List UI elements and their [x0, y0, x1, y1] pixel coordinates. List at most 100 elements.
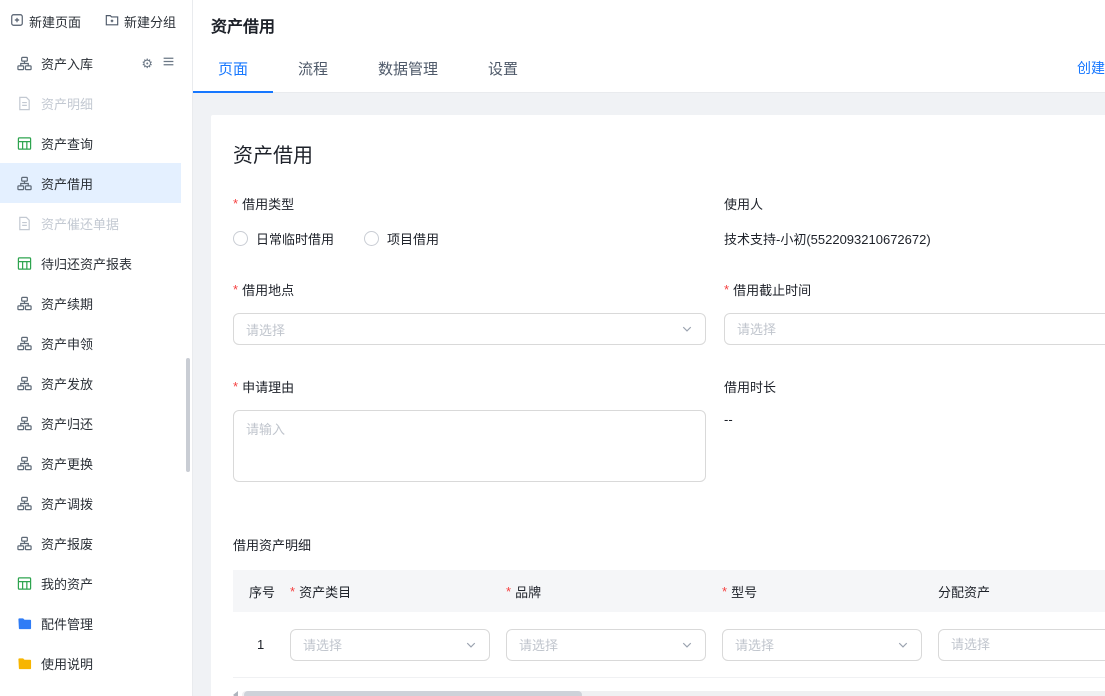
page-title: 资产借用 — [211, 19, 276, 36]
form-card: 资产借用 借用类型 日常临时借用 项目借用 — [211, 115, 1105, 696]
select-placeholder: 请选择 — [735, 638, 775, 653]
radio-icon[interactable] — [364, 231, 380, 246]
select-placeholder: 请选择 — [303, 638, 343, 653]
gear-icon[interactable]: ⚙︎ — [141, 57, 153, 70]
sidebar-item-label: 资产催还单据 — [41, 216, 120, 232]
cell-category: 请选择 — [282, 628, 498, 661]
borrow-type-options: 日常临时借用 项目借用 — [233, 229, 706, 248]
select-placeholder: 请选择 — [246, 322, 286, 338]
sidebar-group-label: 使用说明 — [41, 656, 94, 672]
sidebar-group-usage-instructions[interactable]: 使用说明 — [0, 643, 181, 683]
new-group-label: 新建分组 — [124, 15, 177, 30]
sidebar-item-label: 资产查询 — [41, 136, 94, 152]
radio-label: 项目借用 — [387, 232, 440, 247]
org-chart-icon — [17, 376, 32, 391]
brand-select[interactable]: 请选择 — [506, 628, 706, 661]
field-borrow-location: 借用地点 请选择 — [233, 280, 706, 345]
radio-daily-temporary[interactable]: 日常临时借用 — [233, 229, 334, 248]
column-header-index: 序号 — [249, 584, 276, 600]
sidebar-item-label: 待归还资产报表 — [41, 256, 133, 272]
sidebar-item-asset-issue[interactable]: 资产发放 — [0, 363, 181, 403]
sidebar-item-asset-recall-doc[interactable]: 资产催还单据 — [0, 203, 181, 243]
new-page-icon — [10, 13, 24, 30]
create-link[interactable]: 创建 — [1077, 58, 1105, 78]
category-select[interactable]: 请选择 — [290, 628, 490, 661]
apply-reason-label: 申请理由 — [233, 377, 706, 396]
new-page-button[interactable]: 新建页面 — [10, 12, 81, 31]
radio-icon[interactable] — [233, 231, 248, 246]
assigned-asset-input[interactable] — [938, 628, 1105, 661]
column-header-model: 型号 — [714, 582, 930, 601]
sidebar: 新建页面 新建分组 资产入库 ⚙︎ 资产明细 资产查询 资产借用 资产催还单据 … — [0, 0, 193, 696]
scroll-left-arrow-icon[interactable] — [233, 691, 238, 696]
detail-section-title: 借用资产明细 — [233, 538, 312, 553]
column-header-brand: 品牌 — [498, 582, 714, 601]
new-page-label: 新建页面 — [29, 15, 82, 30]
detail-table: 序号 资产类目 品牌 型号 分配资产 1 请选择 — [233, 570, 1105, 678]
sidebar-item-my-assets[interactable]: 我的资产 — [0, 563, 181, 603]
sidebar-item-label: 资产续期 — [41, 296, 94, 312]
apply-reason-textarea[interactable] — [233, 410, 706, 482]
user-value: 技术支持-小初(5522093210672672) — [724, 232, 931, 247]
sidebar-group-accessory-management[interactable]: 配件管理 — [0, 603, 181, 643]
tab-settings[interactable]: 设置 — [463, 43, 543, 93]
tab-process[interactable]: 流程 — [273, 43, 353, 93]
borrow-location-select[interactable]: 请选择 — [233, 313, 706, 345]
sidebar-item-asset-replace[interactable]: 资产更换 — [0, 443, 181, 483]
column-header-category: 资产类目 — [282, 582, 498, 601]
new-group-icon — [105, 13, 119, 30]
radio-project-borrow[interactable]: 项目借用 — [364, 229, 439, 248]
sidebar-item-asset-transfer[interactable]: 资产调拨 — [0, 483, 181, 523]
app-window: 新建页面 新建分组 资产入库 ⚙︎ 资产明细 资产查询 资产借用 资产催还单据 … — [0, 0, 1105, 696]
sidebar-item-asset-return[interactable]: 资产归还 — [0, 403, 181, 443]
scrollbar-track[interactable] — [242, 691, 1105, 696]
borrow-type-label: 借用类型 — [233, 194, 706, 213]
cell-model: 请选择 — [714, 628, 930, 661]
table-icon — [17, 256, 32, 271]
field-borrow-type: 借用类型 日常临时借用 项目借用 — [233, 194, 706, 248]
tab-page[interactable]: 页面 — [193, 43, 274, 93]
content-area: 资产借用 借用类型 日常临时借用 项目借用 — [193, 93, 1105, 696]
sidebar-item-asset-renew[interactable]: 资产续期 — [0, 283, 181, 323]
org-chart-icon — [17, 496, 32, 511]
org-chart-icon — [17, 536, 32, 551]
sidebar-item-label: 资产报废 — [41, 536, 94, 552]
borrow-deadline-label: 借用截止时间 — [724, 280, 1105, 299]
chevron-down-icon — [681, 639, 693, 651]
chevron-down-icon — [897, 639, 909, 651]
sidebar-item-asset-scrap[interactable]: 资产报废 — [0, 523, 181, 563]
menu-icon[interactable] — [162, 55, 175, 71]
tab-data-management[interactable]: 数据管理 — [353, 43, 463, 93]
sidebar-item-label: 资产入库 — [41, 56, 94, 72]
sidebar-item-pending-return-report[interactable]: 待归还资产报表 — [0, 243, 181, 283]
horizontal-scrollbar[interactable] — [233, 690, 1105, 696]
new-group-button[interactable]: 新建分组 — [105, 12, 176, 31]
folder-icon — [17, 616, 32, 631]
sidebar-item-asset-inbound[interactable]: 资产入库 ⚙︎ — [0, 43, 181, 83]
sidebar-toolbar: 新建页面 新建分组 — [0, 0, 192, 35]
table-icon — [17, 136, 32, 151]
table-icon — [17, 576, 32, 591]
cell-assigned-asset — [930, 628, 1105, 661]
org-chart-icon — [17, 296, 32, 311]
sidebar-item-asset-detail[interactable]: 资产明细 — [0, 83, 181, 123]
scrollbar-thumb[interactable] — [244, 691, 582, 696]
sidebar-scrollbar[interactable] — [186, 358, 190, 472]
sidebar-item-label: 我的资产 — [41, 576, 94, 592]
field-borrow-deadline: 借用截止时间 — [724, 280, 1105, 345]
user-label: 使用人 — [724, 197, 764, 212]
chevron-down-icon — [465, 639, 477, 651]
form-grid: 借用类型 日常临时借用 项目借用 — [233, 194, 1105, 487]
model-select[interactable]: 请选择 — [722, 628, 922, 661]
field-borrow-duration: 借用时长 -- — [724, 377, 1105, 487]
borrow-deadline-input[interactable] — [724, 313, 1105, 345]
sidebar-item-asset-borrow[interactable]: 资产借用 — [0, 163, 181, 203]
org-chart-icon — [17, 176, 32, 191]
document-icon — [17, 216, 32, 231]
sidebar-item-label: 资产申领 — [41, 336, 94, 352]
sidebar-item-label: 资产明细 — [41, 96, 94, 112]
sidebar-item-asset-query[interactable]: 资产查询 — [0, 123, 181, 163]
sidebar-item-label: 资产调拨 — [41, 496, 94, 512]
borrow-duration-value: -- — [724, 412, 733, 427]
sidebar-item-asset-apply[interactable]: 资产申领 — [0, 323, 181, 363]
